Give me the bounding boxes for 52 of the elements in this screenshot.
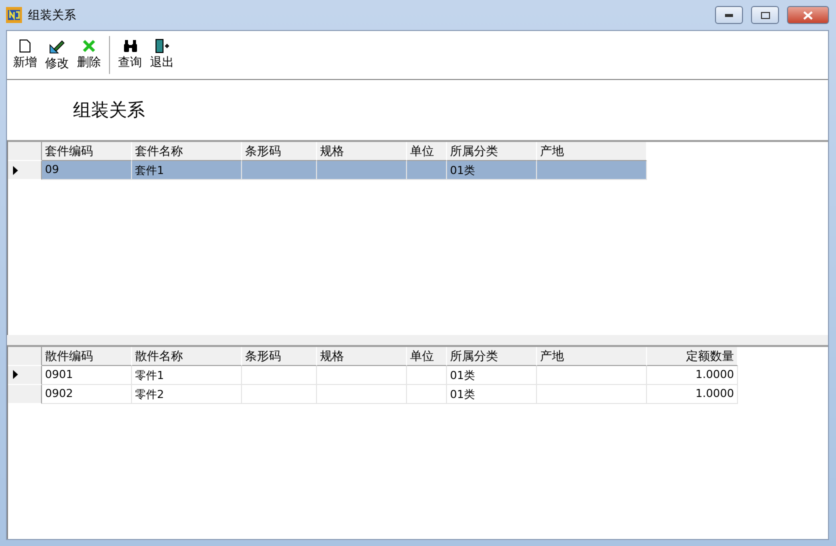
table-cell: 01类 (447, 384, 537, 404)
toolbar-button[interactable]: 修改 (41, 33, 73, 77)
table-cell (407, 384, 447, 404)
column-header[interactable]: 产地 (537, 346, 647, 366)
table-cell: 01类 (447, 366, 537, 384)
minimize-button[interactable] (715, 6, 743, 24)
table-cell: 1.0000 (647, 366, 738, 384)
row-selector[interactable] (8, 161, 42, 180)
column-header[interactable]: 散件名称 (132, 346, 242, 366)
door-exit-icon (154, 39, 170, 53)
binoculars-icon (122, 40, 138, 52)
toolbar-button[interactable]: 新增 (9, 33, 41, 77)
maximize-button[interactable] (751, 6, 779, 24)
toolbar-button[interactable]: 查询 (114, 33, 146, 77)
table-cell: 0902 (42, 384, 132, 404)
app-logo-icon (6, 7, 22, 23)
maximize-icon (760, 12, 770, 18)
column-header[interactable]: 定额数量 (647, 346, 738, 366)
table-cell: 01类 (447, 161, 537, 180)
column-header[interactable]: 所属分类 (447, 346, 537, 366)
column-header[interactable]: 条形码 (242, 142, 317, 161)
column-header[interactable]: 套件名称 (132, 142, 242, 161)
minimize-icon (725, 14, 733, 16)
table-cell: 09 (42, 161, 132, 180)
toolbar-button[interactable]: 退出 (146, 33, 178, 77)
pencil-ruler-icon (49, 38, 65, 54)
window-title: 组装关系 (28, 6, 77, 24)
table-cell: 0901 (42, 366, 132, 384)
table-cell: 套件1 (132, 161, 242, 180)
column-header[interactable]: 单位 (407, 142, 447, 161)
table-cell (407, 161, 447, 180)
cross-icon (82, 39, 96, 53)
row-pointer-icon (13, 370, 18, 379)
column-header[interactable]: 规格 (317, 346, 407, 366)
page-heading: 组装关系 (73, 99, 145, 122)
column-header[interactable]: 规格 (317, 142, 407, 161)
row-selector[interactable] (8, 366, 42, 384)
close-button[interactable] (787, 6, 829, 24)
column-header[interactable]: 条形码 (242, 346, 317, 366)
column-header[interactable]: 单位 (407, 346, 447, 366)
column-header[interactable]: 散件编码 (42, 346, 132, 366)
document-icon (19, 39, 31, 53)
column-header[interactable]: 套件编码 (42, 142, 132, 161)
close-icon (803, 10, 813, 20)
toolbar-button[interactable]: 删除 (73, 33, 105, 77)
table-cell: 1.0000 (647, 384, 738, 404)
table-cell: 零件2 (132, 384, 242, 404)
table-cell: 零件1 (132, 366, 242, 384)
table-cell (407, 366, 447, 384)
column-header[interactable]: 所属分类 (447, 142, 537, 161)
column-header[interactable]: 产地 (537, 142, 647, 161)
row-pointer-icon (13, 166, 18, 174)
